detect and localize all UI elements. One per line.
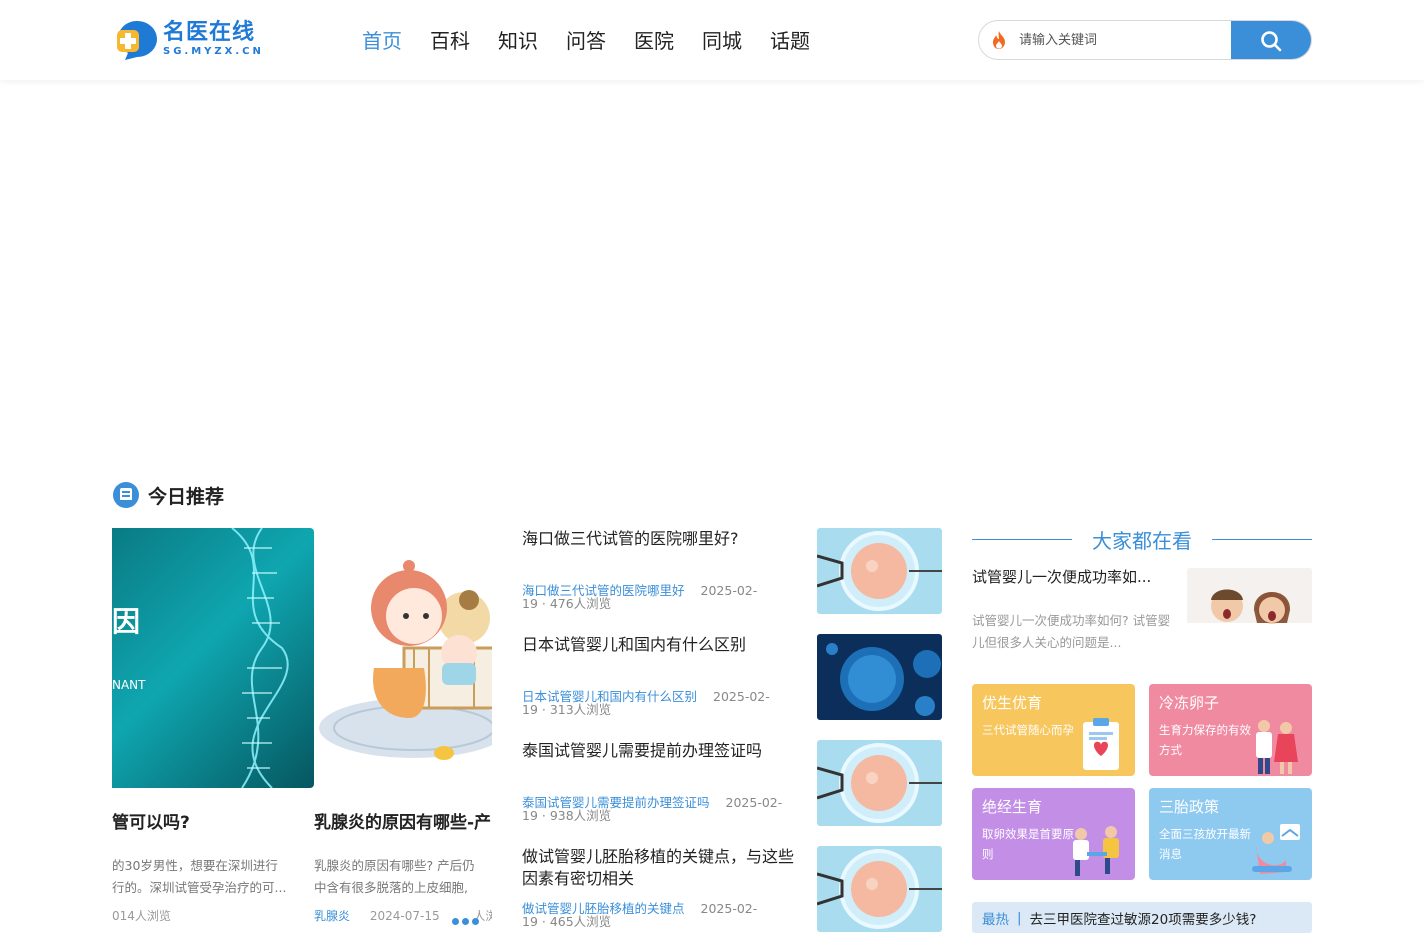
hot-label: 最热 (982, 911, 1009, 928)
article-title[interactable]: 海口做三代试管的医院哪里好? (522, 528, 802, 550)
fire-icon (979, 21, 1019, 59)
nav-local[interactable]: 同城 (702, 26, 742, 56)
article-meta: 泰国试管婴儿需要提前办理签证吗 2025-02- 19 · 938人浏览 (522, 795, 783, 823)
card-title: 三胎政策 (1159, 798, 1220, 816)
article-date-day: 19 (522, 808, 538, 823)
search-box (978, 20, 1312, 60)
article-title[interactable]: 日本试管婴儿和国内有什么区别 (522, 634, 802, 656)
slide-title[interactable]: 乳腺炎的原因有哪些-产 (314, 808, 492, 833)
article-meta: 做试管婴儿胚胎移植的关键点 2025-02- 19 · 465人浏览 (522, 901, 758, 929)
popular-title: 大家都在看 (1092, 528, 1192, 553)
card-subtitle: 全面三孩放开最新消息 (1159, 827, 1251, 861)
topic-card-egg-freezing[interactable]: 冷冻卵子 生育力保存的有效方式 (1149, 684, 1312, 776)
article-date: 2025-02- (700, 901, 758, 916)
carousel-dots (452, 918, 482, 925)
slide-image-dna[interactable]: 因 NANT (112, 528, 314, 788)
slide-meta: 014人浏览 (112, 907, 314, 924)
heading-divider (972, 538, 1072, 540)
article-thumbnail[interactable] (817, 846, 942, 932)
site-logo[interactable]: 名医在线 SG.MYZX.CN (115, 17, 265, 63)
slide-tag[interactable]: 乳腺炎 (314, 909, 350, 923)
doctor-couple-icon (1256, 720, 1298, 774)
slide-image-caption: NANT (112, 678, 146, 692)
nav-encyclopedia[interactable]: 百科 (430, 26, 470, 56)
slide-title[interactable]: 管可以吗? (112, 808, 314, 833)
article-date: 2025-02- (725, 795, 783, 810)
slide-views: 014人浏览 (112, 909, 171, 923)
article-date-day: 19 (522, 596, 538, 611)
popular-article-thumbnail[interactable] (1187, 568, 1312, 654)
nav-knowledge[interactable]: 知识 (498, 26, 538, 56)
article-meta: 日本试管婴儿和国内有什么区别 2025-02- 19 · 313人浏览 (522, 689, 770, 717)
article-views: 465人浏览 (549, 914, 612, 929)
slide-date: 2024-07-15 (369, 909, 440, 923)
hot-news-link[interactable]: 去三甲医院查过敏源20项需要多少钱? (1030, 908, 1257, 928)
search-input[interactable] (1019, 21, 1231, 59)
article-title[interactable]: 做试管婴儿胚胎移植的关键点，与这些因素有密切相关 (522, 846, 802, 890)
logo-icon (115, 18, 159, 62)
card-title: 冷冻卵子 (1159, 694, 1220, 712)
main-nav: 首页 百科 知识 问答 医院 同城 话题 (362, 26, 838, 56)
slide-description: 乳腺炎的原因有哪些? 产后仍 中含有很多脱落的上皮细胞, (314, 855, 492, 899)
card-title: 优生优育 (982, 694, 1043, 712)
nav-hospital[interactable]: 医院 (634, 26, 674, 56)
logo-subtitle: SG.MYZX.CN (163, 46, 264, 57)
article-date: 2025-02- (713, 689, 770, 704)
article-item[interactable]: 日本试管婴儿和国内有什么区别 日本试管婴儿和国内有什么区别 2025-02- 19… (522, 634, 942, 720)
slide-desc-line: 中含有很多脱落的上皮细胞, (314, 880, 468, 895)
nav-home[interactable]: 首页 (362, 26, 402, 56)
carousel-dot[interactable] (452, 918, 459, 925)
article-views: 938人浏览 (549, 808, 612, 823)
section-heading: 今日推荐 (112, 481, 224, 509)
slide-desc-line: 乳腺炎的原因有哪些? 产后仍 (314, 858, 475, 873)
card-subtitle: 生育力保存的有效方式 (1159, 723, 1251, 757)
card-title: 绝经生育 (982, 798, 1043, 816)
nav-topics[interactable]: 话题 (770, 26, 810, 56)
article-thumbnail[interactable] (817, 634, 942, 720)
slide-desc-line: 行的。深圳试管受孕治疗的可... (112, 880, 287, 895)
article-item[interactable]: 海口做三代试管的医院哪里好? 海口做三代试管的医院哪里好 2025-02- 19 … (522, 528, 942, 614)
hot-separator: | (1017, 909, 1022, 926)
article-thumbnail[interactable] (817, 740, 942, 826)
article-thumbnail[interactable] (817, 528, 942, 614)
slide-description: 的30岁男性，想要在深圳进行 行的。深圳试管受孕治疗的可... (112, 855, 314, 899)
heading-divider (1212, 538, 1312, 540)
carousel-dot[interactable] (472, 918, 479, 925)
clipboard-heart-icon (1083, 718, 1119, 770)
slide-image-cartoon[interactable] (314, 528, 492, 788)
popular-article-title[interactable]: 试管婴儿一次便成功率如... (972, 566, 1172, 587)
slide-image-text: 因 (112, 605, 141, 638)
section-title: 今日推荐 (148, 485, 225, 508)
recommend-icon (113, 482, 139, 508)
article-meta: 海口做三代试管的医院哪里好 2025-02- 19 · 476人浏览 (522, 583, 758, 611)
carousel-dot[interactable] (462, 918, 469, 925)
article-date: 2025-02- (700, 583, 758, 598)
recommend-carousel[interactable]: 因 NANT 管可以吗? 的30岁男性，想要在深圳进行 行的。深圳试管受孕治疗的… (112, 528, 492, 933)
search-button[interactable] (1231, 21, 1311, 59)
topic-card-menopause[interactable]: 绝经生育 取卵效果是首要原则 (972, 788, 1135, 880)
consultation-icon (1073, 826, 1119, 876)
slide-desc-line: 的30岁男性，想要在深圳进行 (112, 858, 278, 873)
article-views: 313人浏览 (549, 702, 612, 717)
search-icon (1261, 31, 1282, 52)
pregnant-checkup-icon (1252, 824, 1300, 874)
article-title[interactable]: 泰国试管婴儿需要提前办理签证吗 (522, 740, 802, 762)
topic-card-three-child[interactable]: 三胎政策 全面三孩放开最新消息 (1149, 788, 1312, 880)
article-item[interactable]: 做试管婴儿胚胎移植的关键点，与这些因素有密切相关 做试管婴儿胚胎移植的关键点 20… (522, 846, 942, 932)
hot-news-bar[interactable]: 最热 | 去三甲医院查过敏源20项需要多少钱? (972, 902, 1312, 933)
article-date-day: 19 (522, 914, 538, 929)
logo-title: 名医在线 (163, 20, 256, 45)
article-date-day: 19 (522, 702, 538, 717)
carousel-slide[interactable]: 因 NANT 管可以吗? 的30岁男性，想要在深圳进行 行的。深圳试管受孕治疗的… (112, 528, 314, 924)
popular-heading: 大家都在看 (972, 526, 1312, 553)
nav-qa[interactable]: 问答 (566, 26, 606, 56)
article-views: 476人浏览 (549, 596, 612, 611)
site-header: 名医在线 SG.MYZX.CN 首页 百科 知识 问答 医院 同城 话题 (0, 0, 1424, 80)
popular-article-desc: 试管婴儿一次便成功率如何? 试管婴儿但很多人关心的问题是... (972, 613, 1171, 650)
topic-card-eugenics[interactable]: 优生优育 三代试管随心而孕 (972, 684, 1135, 776)
article-item[interactable]: 泰国试管婴儿需要提前办理签证吗 泰国试管婴儿需要提前办理签证吗 2025-02- … (522, 740, 942, 826)
card-subtitle: 三代试管随心而孕 (982, 723, 1074, 737)
carousel-slide[interactable]: 乳腺炎的原因有哪些-产 乳腺炎的原因有哪些? 产后仍 中含有很多脱落的上皮细胞,… (314, 528, 492, 924)
